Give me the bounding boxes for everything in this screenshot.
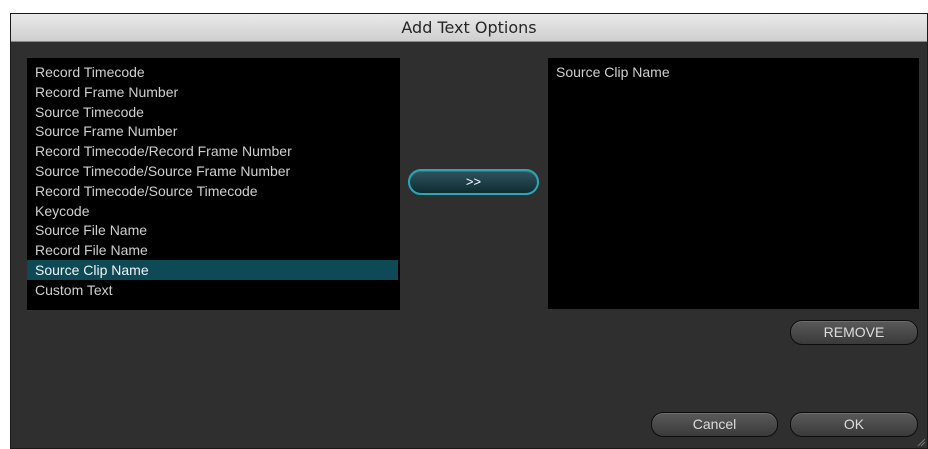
list-item[interactable]: Record Timecode: [27, 62, 400, 82]
list-item[interactable]: Source Clip Name: [548, 62, 919, 82]
list-item[interactable]: Source File Name: [27, 220, 400, 240]
list-item[interactable]: Record Frame Number: [27, 82, 400, 102]
ok-button[interactable]: OK: [790, 412, 918, 437]
list-item[interactable]: Custom Text: [27, 280, 400, 300]
remove-button[interactable]: REMOVE: [790, 320, 918, 345]
add-text-options-dialog: Add Text Options Record Timecode Record F…: [10, 13, 928, 449]
cancel-button[interactable]: Cancel: [651, 412, 778, 437]
selected-options-items: Source Clip Name: [548, 58, 919, 82]
add-option-button[interactable]: >>: [408, 169, 539, 195]
list-item[interactable]: Source Frame Number: [27, 121, 400, 141]
available-options-items: Record Timecode Record Frame Number Source…: [27, 58, 400, 300]
resize-grip-icon[interactable]: [916, 437, 926, 447]
list-item[interactable]: Source Timecode: [27, 102, 400, 122]
list-item[interactable]: Keycode: [27, 201, 400, 221]
list-item[interactable]: Source Timecode/Source Frame Number: [27, 161, 400, 181]
list-item[interactable]: Record Timecode/Record Frame Number: [27, 141, 400, 161]
selected-options-list[interactable]: Source Clip Name: [548, 58, 919, 309]
list-item[interactable]: Source Clip Name: [27, 259, 398, 280]
dialog-title: Add Text Options: [11, 14, 927, 42]
available-options-list[interactable]: Record Timecode Record Frame Number Source…: [27, 58, 400, 310]
list-item[interactable]: Record Timecode/Source Timecode: [27, 181, 400, 201]
list-item[interactable]: Record File Name: [27, 240, 400, 260]
